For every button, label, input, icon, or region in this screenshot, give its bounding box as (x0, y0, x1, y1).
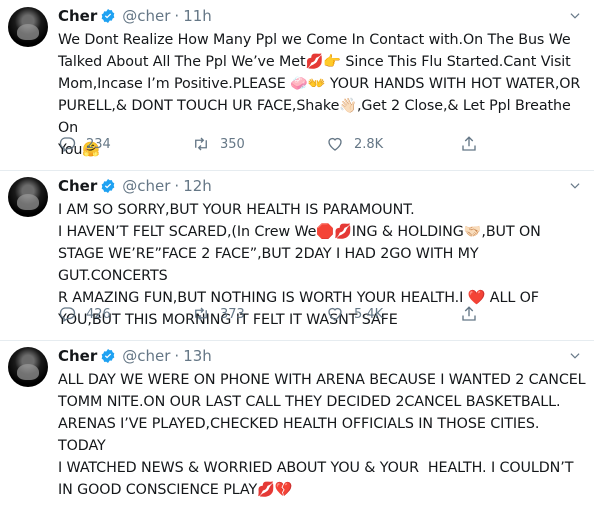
display-name[interactable]: Cher (58, 347, 97, 365)
like-count: 2.8K (354, 136, 384, 152)
chevron-down-icon[interactable] (568, 349, 582, 363)
retweet-icon (195, 307, 207, 321)
verified-badge-icon (101, 9, 115, 23)
timeline: Cher @cher · 11h We Dont Realize How Man… (0, 0, 594, 513)
reply-icon (59, 307, 76, 322)
tweet-header: Cher @cher · 11h (58, 5, 586, 27)
reply-count: 426 (86, 306, 111, 322)
like-button[interactable]: 2.8K (326, 135, 460, 153)
user-handle[interactable]: @cher (122, 7, 170, 25)
retweet-count: 373 (220, 306, 245, 322)
heart-icon (328, 307, 342, 321)
chevron-down-icon[interactable] (568, 9, 582, 23)
tweet[interactable]: Cher @cher · 12h I AM SO SORRY,BUT YOUR … (0, 170, 594, 341)
chevron-down-icon[interactable] (568, 179, 582, 193)
timestamp[interactable]: 13h (183, 347, 212, 365)
separator-dot: · (174, 177, 180, 195)
tweet-header: Cher @cher · 12h (58, 175, 586, 197)
retweet-button[interactable]: 350 (192, 135, 326, 153)
share-icon (462, 136, 476, 151)
separator-dot: · (174, 347, 180, 365)
tweet[interactable]: Cher @cher · 11h We Dont Realize How Man… (0, 0, 594, 171)
retweet-count: 350 (220, 136, 245, 152)
separator-dot: · (174, 7, 180, 25)
avatar[interactable] (8, 177, 48, 217)
like-count: 5.4K (354, 306, 384, 322)
verified-badge-icon (101, 179, 115, 193)
timestamp[interactable]: 12h (183, 177, 212, 195)
verified-badge-icon (101, 349, 115, 363)
user-handle[interactable]: @cher (122, 347, 170, 365)
tweet-actions: 234 350 2.8K (58, 135, 508, 153)
tweet-text: ALL DAY WE WERE ON PHONE WITH ARENA BECA… (58, 372, 586, 498)
tweet[interactable]: Cher @cher · 13h ALL DAY WE WERE ON PHON… (0, 340, 594, 511)
avatar[interactable] (8, 347, 48, 387)
user-handle[interactable]: @cher (122, 177, 170, 195)
reply-button[interactable]: 426 (58, 305, 192, 323)
tweet-content: Cher @cher · 13h ALL DAY WE WERE ON PHON… (58, 345, 586, 501)
reply-icon (59, 137, 76, 152)
timestamp[interactable]: 11h (183, 7, 212, 25)
retweet-button[interactable]: 373 (192, 305, 326, 323)
reply-count: 234 (86, 136, 111, 152)
like-button[interactable]: 5.4K (326, 305, 460, 323)
avatar[interactable] (8, 7, 48, 47)
heart-icon (328, 137, 342, 151)
display-name[interactable]: Cher (58, 177, 97, 195)
share-button[interactable] (460, 135, 490, 153)
share-icon (462, 306, 476, 321)
display-name[interactable]: Cher (58, 7, 97, 25)
tweet-actions: 426 373 5.4K (58, 305, 508, 323)
retweet-icon (195, 137, 207, 151)
tweet-header: Cher @cher · 13h (58, 345, 586, 367)
share-button[interactable] (460, 305, 490, 323)
reply-button[interactable]: 234 (58, 135, 192, 153)
